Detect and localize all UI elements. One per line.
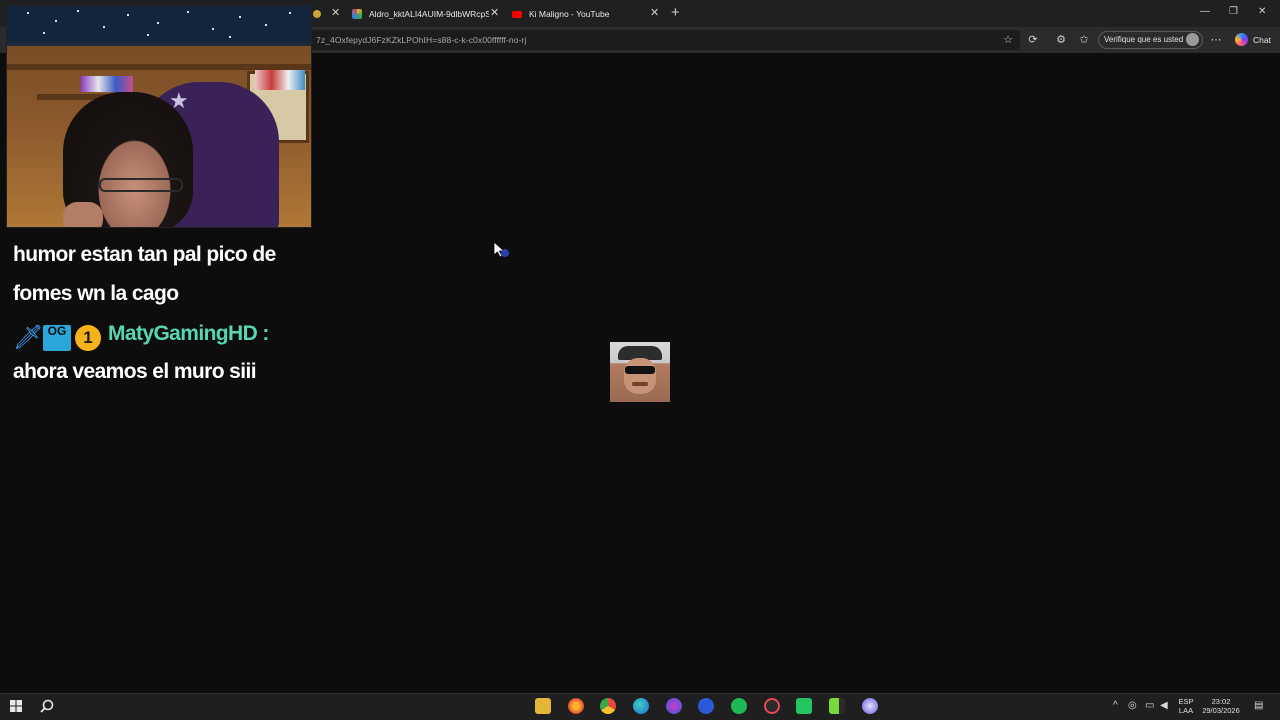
search-icon[interactable] [40,699,54,713]
chevron-up-icon[interactable]: ^ [1113,700,1118,711]
app-icon[interactable] [764,698,780,714]
clock-time: 23:02 [1211,697,1231,706]
mouth [632,382,648,386]
close-tab-icon[interactable]: ✕ [490,6,499,19]
favorite-star-icon[interactable]: ☆ [1001,33,1015,47]
more-options-icon[interactable]: ⋯ [1209,33,1223,47]
rank-badge: 1 [75,325,101,351]
glasses [99,178,183,192]
chat-button-label[interactable]: Chat [1253,35,1271,45]
language-code: ESP [1178,697,1194,706]
file-explorer-icon[interactable] [535,698,551,714]
tab-youtube[interactable]: Ki Maligno - YouTube ✕ [512,4,662,24]
favorites-icon[interactable]: ✩ [1077,33,1091,47]
user-badges: 🗡 OG 1 [13,325,101,351]
chat-username: MatyGamingHD : [108,322,269,345]
new-tab-button[interactable]: + [671,4,680,21]
network-icon[interactable]: ▭ [1145,700,1154,711]
clock-date: 29/03/2026 [1202,706,1240,715]
spotify-icon[interactable] [731,698,747,714]
restore-button[interactable]: ❐ [1229,6,1238,17]
extensions-icon[interactable]: ⚙ [1054,33,1068,47]
ceiling [7,6,311,42]
tab-aldro[interactable]: Aldro_kktALI4AUIM-9dlbWRcpSv7 ✕ [352,4,502,24]
url-text[interactable]: 7z_4OxfepydJ6FzKZkLPOhIH=s88-c-k-c0x00ff… [316,35,526,45]
sunglasses [625,366,655,374]
tab-favicon-icon [313,10,321,18]
og-badge: OG [43,325,71,351]
tab-favicon-icon [352,9,362,19]
tab-partial[interactable]: ✕ [313,4,340,24]
minimize-button[interactable]: — [1200,6,1210,17]
close-tab-icon[interactable]: ✕ [331,6,340,19]
chat-message-line: fomes wn la cago [13,282,179,305]
volume-icon[interactable]: ◀ [1160,700,1168,711]
clock[interactable]: 23:02 29/03/2026 [1198,697,1244,715]
close-window-button[interactable]: ✕ [1258,6,1266,17]
verify-label: Verifique que es usted [1104,35,1184,44]
app-icon[interactable] [698,698,714,714]
language-indicator[interactable]: ESP LAA [1176,697,1196,715]
keyboard-layout: LAA [1178,706,1194,715]
app-icon[interactable] [862,698,878,714]
profile-thumbnail[interactable] [610,342,670,402]
face [624,358,656,394]
app-icon[interactable] [829,698,845,714]
tab-label: Ki Maligno - YouTube [529,9,610,19]
close-tab-icon[interactable]: ✕ [650,6,659,19]
profile-avatar-icon [1186,33,1199,46]
desktop-screen: ✕ Aldro_kktALI4AUIM-9dlbWRcpSv7 ✕ Ki Mal… [0,0,1280,720]
figurines [255,70,305,90]
chat-message-line: humor estan tan pal pico de [13,243,276,266]
app-icon[interactable] [666,698,682,714]
refresh-icon[interactable]: ⟳ [1026,33,1040,47]
firefox-icon[interactable] [568,698,584,714]
webcam-overlay: ★ [6,5,312,228]
tab-label: Aldro_kktALI4AUIM-9dlbWRcpSv7 [369,9,489,19]
chat-message-line: ahora veamos el muro siii [13,360,257,383]
chrome-icon[interactable] [600,698,616,714]
edge-icon[interactable] [633,698,649,714]
figurines [81,76,133,92]
mouse-cursor-icon [493,241,509,258]
youtube-icon [512,10,522,18]
notifications-icon[interactable]: ▤ [1254,700,1263,711]
security-icon[interactable]: ◎ [1128,700,1137,711]
copilot-icon[interactable] [1235,33,1248,46]
windows-start-icon[interactable] [10,700,22,712]
sword-icon: 🗡 [13,324,44,351]
kick-icon[interactable] [796,698,812,714]
hand [63,202,103,227]
